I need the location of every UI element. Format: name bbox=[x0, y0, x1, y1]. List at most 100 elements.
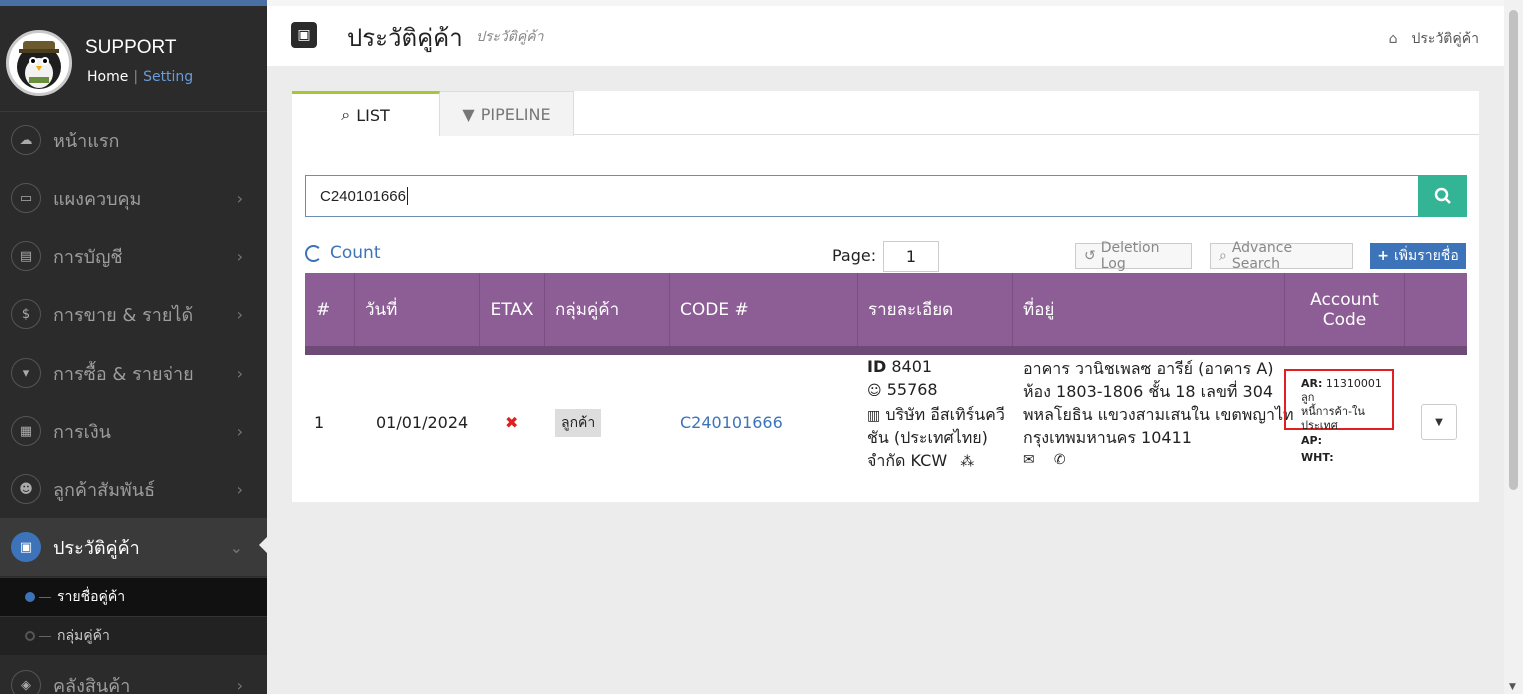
chevron-right-icon: › bbox=[236, 421, 243, 441]
breadcrumb-current[interactable]: ประวัติคู่ค้า bbox=[1412, 31, 1479, 47]
page-input[interactable]: 1 bbox=[883, 241, 939, 272]
search-icon bbox=[1434, 187, 1451, 204]
user-profile: SUPPORT Home | Setting bbox=[0, 6, 267, 112]
main-panel: ⌕ LIST ▼ PIPELINE C240101666 Count Page: 1… bbox=[292, 91, 1479, 502]
tab-pipeline-label: PIPELINE bbox=[480, 104, 551, 124]
vertical-scrollbar[interactable]: ▼ bbox=[1504, 0, 1523, 694]
column-header-group[interactable]: กลุ่มคู่ค้า bbox=[545, 273, 670, 346]
home-link[interactable]: Home bbox=[87, 69, 128, 85]
history-icon: ↺ bbox=[1084, 248, 1096, 264]
sidebar-item-label: หน้าแรก bbox=[53, 130, 120, 152]
address-line1: อาคาร วานิชเพลซ อารีย์ (อาคาร A) bbox=[1023, 359, 1274, 378]
sidebar-item-finance[interactable]: ▦ การเงิน › bbox=[0, 402, 267, 460]
cubes-icon: ◈ bbox=[11, 670, 41, 694]
column-header-code[interactable]: CODE # bbox=[670, 273, 858, 346]
sidebar-subitem-partner-group[interactable]: กลุ่มคู่ค้า bbox=[0, 616, 267, 655]
sidebar-item-partner-history[interactable]: ▣ ประวัติคู่ค้า ⌄ bbox=[0, 518, 267, 576]
sitemap-icon[interactable]: ⁂ bbox=[960, 454, 974, 470]
connector-line bbox=[39, 635, 51, 637]
sidebar-item-label: การบัญชี bbox=[53, 246, 123, 268]
detail-id-value: 8401 bbox=[891, 357, 933, 376]
account-code-highlight: AR: 11310001 ลูก หนี้การค้า-ใน ประเทศ bbox=[1284, 369, 1394, 432]
refresh-icon bbox=[305, 244, 322, 262]
avatar[interactable] bbox=[6, 30, 72, 96]
sidebar-item-purchase[interactable]: ▾ การซื้อ & รายจ่าย › bbox=[0, 344, 267, 402]
penguin-avatar-icon bbox=[17, 41, 61, 89]
detail-company-line1: ▥ บริษัท อีสเทิร์นควี bbox=[867, 403, 1005, 428]
column-header-address[interactable]: ที่อยู่ bbox=[1013, 273, 1285, 346]
advance-search-button[interactable]: ⌕ Advance Search bbox=[1210, 240, 1353, 272]
cloud-icon: ☁ bbox=[11, 125, 41, 155]
group-badge: ลูกค้า bbox=[555, 409, 602, 437]
sidebar-item-home[interactable]: ☁ หน้าแรก bbox=[0, 111, 267, 169]
add-name-button[interactable]: + เพิ่มรายชื่อ bbox=[1370, 243, 1466, 269]
contact-book-icon: ▣ bbox=[291, 22, 317, 48]
plus-icon: + bbox=[1377, 248, 1389, 264]
detail-company-line2: ชัน (ประเทศไทย) bbox=[867, 428, 988, 447]
phone-icon[interactable]: ✆ bbox=[1054, 452, 1066, 468]
row-date: 01/01/2024 bbox=[376, 413, 469, 432]
add-name-label: เพิ่มรายชื่อ bbox=[1393, 248, 1459, 264]
search-input-value: C240101666 bbox=[320, 187, 406, 205]
active-indicator bbox=[259, 537, 267, 553]
view-tabs: ⌕ LIST ▼ PIPELINE bbox=[292, 91, 1479, 136]
chevron-right-icon: › bbox=[236, 188, 243, 208]
table-header: # วันที่ ETAX กลุ่มคู่ค้า CODE # รายละเอ… bbox=[305, 273, 1467, 346]
column-header-account-code[interactable]: Account Code bbox=[1285, 273, 1405, 346]
detail-user-id-value: 55768 bbox=[886, 380, 938, 399]
address-line4: กรุงเทพมหานคร 10411 bbox=[1023, 428, 1192, 447]
search-icon: ⌕ bbox=[341, 105, 351, 124]
column-header-date[interactable]: วันที่ bbox=[355, 273, 480, 346]
sidebar-item-dashboard[interactable]: ▭ แผงควบคุม › bbox=[0, 169, 267, 227]
search-icon: ⌕ bbox=[1219, 248, 1227, 264]
user-icon: ☺ bbox=[867, 383, 882, 399]
search-button[interactable] bbox=[1418, 175, 1467, 217]
column-header-detail[interactable]: รายละเอียด bbox=[858, 273, 1013, 346]
sidebar-item-accounting[interactable]: ▤ การบัญชี › bbox=[0, 227, 267, 285]
text-caret bbox=[406, 187, 408, 205]
count-link[interactable]: Count bbox=[305, 243, 381, 263]
detail-id: ID 8401 bbox=[867, 357, 932, 376]
scrollbar-thumb[interactable] bbox=[1509, 10, 1518, 490]
row-number: 1 bbox=[314, 413, 325, 432]
search-input[interactable]: C240101666 bbox=[305, 175, 1419, 217]
row-actions-dropdown[interactable]: ▼ bbox=[1421, 404, 1457, 440]
deletion-log-button[interactable]: ↺ Deletion Log bbox=[1075, 240, 1192, 272]
scroll-down-icon[interactable]: ▼ bbox=[1509, 682, 1516, 692]
sidebar-item-label: ลูกค้าสัมพันธ์ bbox=[53, 479, 156, 501]
column-header-etax[interactable]: ETAX bbox=[480, 273, 545, 346]
bullet-icon bbox=[25, 631, 35, 641]
building-icon: ▥ bbox=[867, 408, 881, 424]
partner-code-link[interactable]: C240101666 bbox=[680, 413, 783, 432]
column-header-actions bbox=[1405, 273, 1467, 346]
column-header-number: # bbox=[305, 273, 355, 346]
page-label: Page: bbox=[832, 246, 877, 265]
ap-label: AP: bbox=[1301, 434, 1322, 447]
sidebar-subitem-partner-list[interactable]: รายชื่อคู่ค้า bbox=[0, 577, 267, 616]
tab-list[interactable]: ⌕ LIST bbox=[292, 91, 440, 136]
ar-line2: หนี้การค้า-ใน bbox=[1301, 405, 1365, 418]
setting-link[interactable]: Setting bbox=[143, 69, 193, 85]
sidebar-item-label: การเงิน bbox=[53, 421, 111, 443]
company-line3-text: จำกัด KCW bbox=[867, 451, 948, 470]
sidebar-item-label: คลังสินค้า bbox=[53, 675, 131, 694]
profile-name: SUPPORT bbox=[85, 37, 177, 58]
home-icon[interactable]: ⌂ bbox=[1389, 31, 1398, 47]
tab-pipeline[interactable]: ▼ PIPELINE bbox=[440, 91, 574, 136]
sidebar-item-crm[interactable]: ☻ ลูกค้าสัมพันธ์ › bbox=[0, 460, 267, 518]
envelope-icon[interactable]: ✉ bbox=[1023, 452, 1035, 468]
table-row[interactable]: 1 01/01/2024 ✖ ลูกค้า C240101666 ID 8401… bbox=[305, 355, 1467, 490]
sidebar-subitem-label: กลุ่มคู่ค้า bbox=[57, 628, 110, 644]
sidebar-item-inventory[interactable]: ◈ คลังสินค้า › bbox=[0, 656, 267, 694]
chevron-right-icon: › bbox=[236, 479, 243, 499]
sidebar-item-label: การขาย & รายได้ bbox=[53, 304, 194, 326]
cart-icon: ▾ bbox=[11, 358, 41, 388]
detail-company-line3: จำกัด KCW ⁂ bbox=[867, 449, 974, 474]
count-label: Count bbox=[330, 243, 381, 263]
link-separator: | bbox=[133, 69, 139, 85]
deletion-log-label: Deletion Log bbox=[1100, 240, 1160, 272]
sidebar-item-sales[interactable]: $ การขาย & รายได้ › bbox=[0, 285, 267, 343]
page-subtitle: ประวัติคู่ค้า bbox=[476, 29, 544, 45]
address-line2: ห้อง 1803-1806 ชั้น 18 เลขที่ 304 bbox=[1023, 382, 1274, 401]
bullet-icon bbox=[25, 592, 35, 602]
